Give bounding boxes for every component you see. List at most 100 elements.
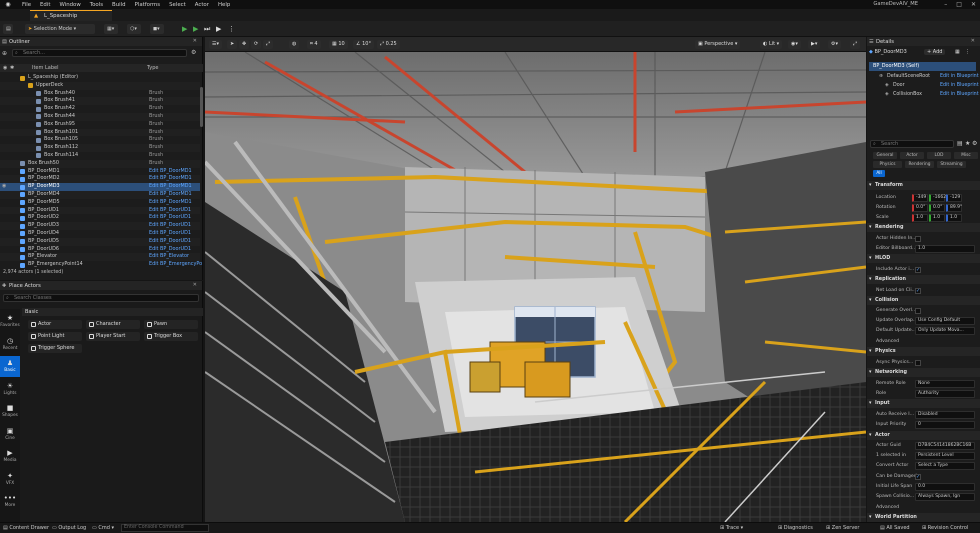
details-section-header[interactable]: ▾ HLOD <box>867 254 980 263</box>
move-tool-icon[interactable]: ✥ <box>239 40 250 49</box>
add-filter-icon[interactable]: ⊕ <box>2 50 7 57</box>
revision-control-button[interactable]: ⊞ Revision Control <box>922 525 968 531</box>
play-icon[interactable]: ▶ <box>182 25 187 33</box>
details-section-header[interactable]: ▾ Actor <box>867 431 980 440</box>
place-actor-item[interactable]: Trigger Box <box>144 332 198 341</box>
vector-component-field[interactable]: -349 <box>912 194 928 202</box>
edit-in-blueprint-link[interactable]: Edit in Blueprint <box>940 92 979 97</box>
outliner-row-type[interactable]: Edit BP_DoorMD1 <box>149 191 192 199</box>
details-tab[interactable]: Streaming <box>937 161 966 168</box>
details-close-icon[interactable]: ✕ <box>971 38 975 44</box>
trace-button[interactable]: ⊞ Trace ▾ <box>720 525 743 531</box>
tab-level[interactable]: ▲ L_Spaceship <box>30 10 112 21</box>
place-actor-item[interactable]: Player Start <box>86 332 140 341</box>
level-viewport[interactable]: ☰▾ ➤ ✥ ⟳ ⤢ ◍ ⌗ 4 ▦ 10 ∠ 10° ⤢ 0.25 ▣ Per… <box>205 37 866 522</box>
details-search-input[interactable]: ⌕ Search <box>870 140 954 148</box>
cmd-dropdown[interactable]: ▭ Cmd ▾ <box>92 525 114 531</box>
property-value[interactable]: None <box>915 380 975 388</box>
unreal-logo-icon[interactable]: ◉ <box>3 1 13 9</box>
outliner-row-type[interactable]: Edit BP_DoorUD1 <box>149 238 191 246</box>
menu-item[interactable]: Build <box>112 2 126 8</box>
place-actor-item[interactable]: Point Light <box>28 332 82 341</box>
category-media[interactable]: ▶ Media <box>0 446 20 467</box>
col-type[interactable]: Type <box>147 65 158 71</box>
outliner-row[interactable]: L_Spaceship (Editor) <box>0 74 200 82</box>
details-section-header[interactable]: ▾ Input <box>867 399 980 408</box>
outliner-row-type[interactable]: Edit BP_DoorMD1 <box>149 199 192 207</box>
details-view-icon[interactable]: ▤ <box>957 140 963 147</box>
vector-component-field[interactable]: 0.0° <box>912 204 928 212</box>
outliner-row-type[interactable]: Edit BP_DoorMD1 <box>149 183 192 191</box>
outliner-row-type[interactable]: Edit BP_DoorUD1 <box>149 230 191 238</box>
outliner-search-input[interactable]: ⌕ Search... <box>12 49 187 57</box>
place-actor-item[interactable]: Actor <box>28 320 82 329</box>
outliner-row[interactable]: BP_DoorMD1 Edit BP_DoorMD1 <box>0 168 200 176</box>
details-tab[interactable]: Physics <box>873 161 902 168</box>
cinematics-icon[interactable]: ◼▾ <box>150 24 164 34</box>
surface-snap-icon[interactable]: ⌗ 4 <box>307 40 321 49</box>
details-tab[interactable]: All <box>873 170 885 177</box>
details-section-header[interactable]: ▾ Rendering <box>867 223 980 232</box>
content-icon[interactable]: ▦▾ <box>104 24 118 34</box>
vector-component-field[interactable]: 89.9° <box>946 204 962 212</box>
vector-component-field[interactable]: -129 <box>946 194 962 202</box>
component-row[interactable]: ◈ Door Edit in Blueprint <box>867 83 980 91</box>
edit-in-blueprint-link[interactable]: Edit in Blueprint <box>940 83 979 88</box>
outliner-row[interactable]: BP_DoorUD5 Edit BP_DoorUD1 <box>0 237 200 246</box>
outliner-row[interactable]: BP_DoorMD5 Edit BP_DoorMD1 <box>0 199 200 207</box>
outliner-row[interactable]: BP_DoorUD1 Edit BP_DoorUD1 <box>0 206 200 215</box>
details-tab[interactable]: Actor <box>900 152 924 159</box>
details-section-header[interactable]: ▾ Replication <box>867 275 980 284</box>
vector-component-field[interactable]: -1662 <box>929 194 946 202</box>
show-flags-icon[interactable]: ◉▾ <box>788 40 801 49</box>
outliner-row[interactable]: BP_DoorUD2 Edit BP_DoorUD1 <box>0 214 200 222</box>
menu-item[interactable]: Actor <box>195 2 209 8</box>
outliner-row[interactable]: Box Brush40 Brush <box>0 90 200 98</box>
property-value[interactable]: 1.0 <box>915 245 975 253</box>
outliner-row[interactable]: Box Brush50 Brush <box>0 159 200 168</box>
property-checkbox[interactable]: ✓ <box>915 267 921 273</box>
details-tab[interactable]: Rendering <box>905 161 934 168</box>
outliner-row[interactable]: Box Brush114 Brush <box>0 152 200 160</box>
place-actors-search-input[interactable]: ⌕ Search Classes <box>3 294 199 302</box>
category-vfx[interactable]: ✦ VFX <box>0 469 20 490</box>
viewport-scene[interactable] <box>205 51 866 522</box>
output-log-button[interactable]: ▭ Output Log <box>52 525 86 531</box>
vector-component-field[interactable]: 0.0° <box>929 204 945 212</box>
outliner-row[interactable]: Box Brush44 Brush <box>0 112 200 121</box>
details-section-header[interactable]: ▾ Networking <box>867 368 980 377</box>
outliner-row[interactable]: Box Brush42 Brush <box>0 105 200 113</box>
visibility-col-icon[interactable]: ◉ <box>3 65 7 71</box>
selection-mode-dropdown[interactable]: ➤ Selection Mode ▾ <box>25 24 95 34</box>
place-actors-close-icon[interactable]: ✕ <box>193 282 197 288</box>
skip-icon[interactable]: ⏭ <box>204 25 210 33</box>
viewport-options-icon[interactable]: ☰▾ <box>209 40 222 49</box>
outliner-row[interactable]: BP_DoorUD3 Edit BP_DoorUD1 <box>0 222 200 230</box>
property-checkbox[interactable] <box>915 360 921 366</box>
property-value[interactable]: Authority <box>915 390 975 398</box>
outliner-row-type[interactable]: Edit BP_DoorMD1 <box>149 175 192 183</box>
component-row[interactable]: ⊕ DefaultSceneRoot Edit in Blueprint <box>867 74 980 82</box>
menu-item[interactable]: Help <box>218 2 230 8</box>
outliner-settings-icon[interactable]: ⚙ <box>191 49 196 56</box>
category-shapes[interactable]: ■ Shapes <box>0 401 20 422</box>
outliner-row[interactable]: Box Brush105 Brush <box>0 136 200 144</box>
save-icon[interactable]: ▤ <box>3 24 13 34</box>
more-play-options-icon[interactable]: ⋮ <box>228 25 235 33</box>
details-tab[interactable]: LOD <box>927 152 951 159</box>
grid-snap-button[interactable]: ▦ 10 <box>329 40 348 49</box>
menu-item[interactable]: Platforms <box>135 2 161 8</box>
outliner-row[interactable]: Box Brush101 Brush <box>0 128 200 137</box>
property-checkbox[interactable]: ✓ <box>915 474 921 480</box>
property-value[interactable]: Only Update Mova... <box>915 327 975 335</box>
scale-tool-icon[interactable]: ⤢ <box>263 40 274 49</box>
outliner-row[interactable]: BP_EmergencyPoint14 Edit BP_EmergencyPo <box>0 261 202 269</box>
outliner-row-type[interactable]: Edit BP_DoorUD1 <box>149 214 191 222</box>
outliner-row[interactable]: BP_DoorMD4 Edit BP_DoorMD1 <box>0 190 200 199</box>
rotation-snap-button[interactable]: ∠ 10° <box>353 40 374 49</box>
outliner-row[interactable]: ◉ BP_DoorMD3 Edit BP_DoorMD1 <box>0 183 200 191</box>
menu-item[interactable]: Window <box>59 2 80 8</box>
category-recent[interactable]: ◷ Recent <box>0 334 20 355</box>
outliner-row[interactable]: BP_Elevator Edit BP_Elevator <box>0 253 200 262</box>
details-tab[interactable]: Misc <box>954 152 978 159</box>
